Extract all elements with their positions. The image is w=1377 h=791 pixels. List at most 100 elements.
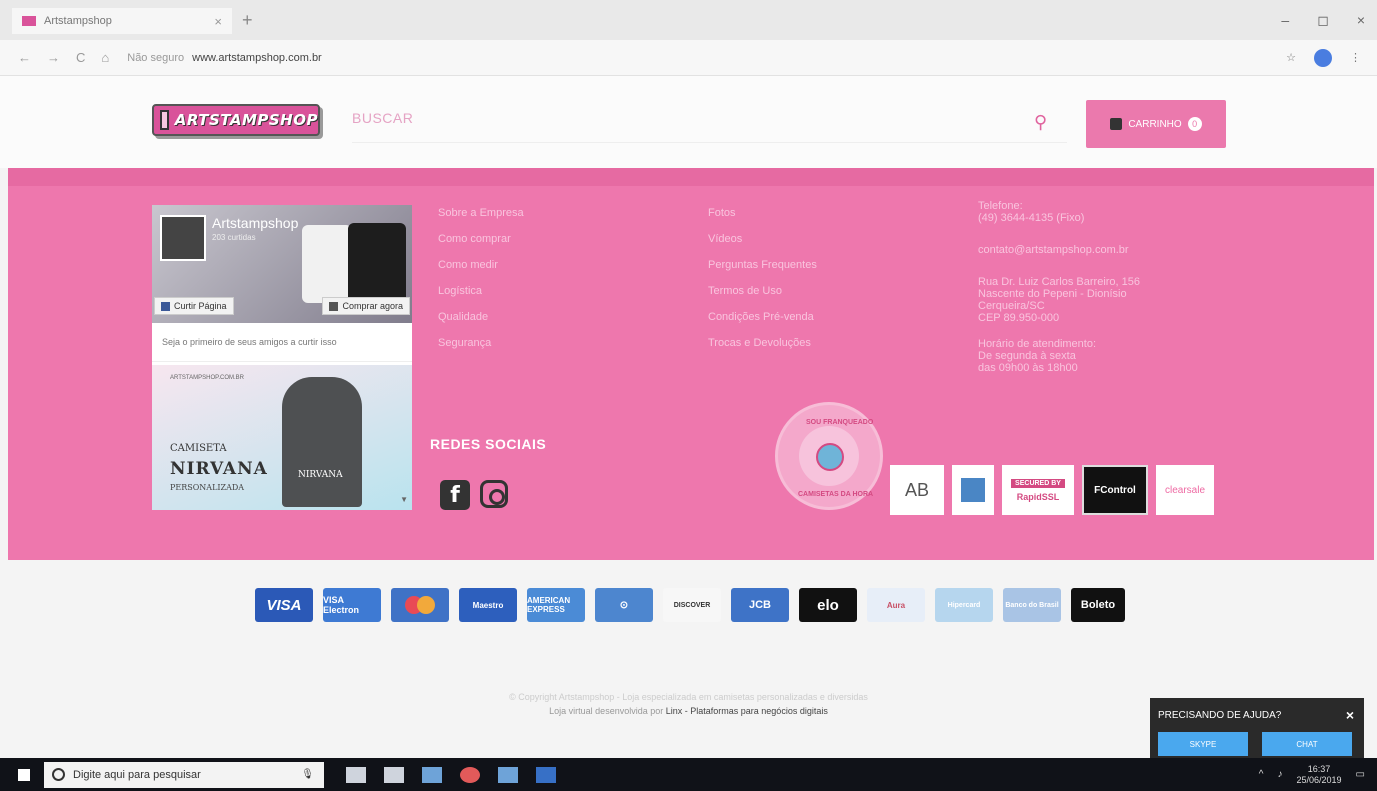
seal-fcontrol[interactable]: FControl bbox=[1082, 465, 1148, 515]
reload-icon[interactable]: C bbox=[76, 50, 85, 65]
search-input[interactable]: BUSCAR bbox=[352, 110, 413, 126]
tray-chevron-icon[interactable]: ^ bbox=[1259, 769, 1264, 780]
boleto-icon: Boleto bbox=[1071, 588, 1125, 622]
fb-like-label: Curtir Página bbox=[174, 301, 227, 311]
fb-post-image[interactable]: ARTSTAMPSHOP.COM.BR CAMISETA NIRVANA PER… bbox=[152, 365, 412, 510]
windows-start-icon[interactable] bbox=[18, 768, 30, 781]
address-line3: Cerqueira/SC bbox=[978, 300, 1045, 312]
chrome-icon[interactable] bbox=[460, 766, 480, 783]
banco-do-brasil-icon: Banco do Brasil bbox=[1003, 588, 1061, 622]
bookmark-star-icon[interactable]: ☆ bbox=[1286, 51, 1296, 64]
taskbar-apps bbox=[346, 766, 556, 783]
tab-close-icon[interactable]: × bbox=[214, 14, 222, 29]
cart-button[interactable]: CARRINHO 0 bbox=[1086, 100, 1226, 148]
profile-avatar[interactable] bbox=[1314, 48, 1332, 67]
explorer-icon[interactable] bbox=[498, 766, 518, 783]
fb-buy-now-button[interactable]: Comprar agora bbox=[322, 297, 410, 315]
tab-artstampshop[interactable]: Artstampshop × bbox=[12, 8, 232, 34]
post-caption-top: ARTSTAMPSHOP.COM.BR bbox=[170, 375, 245, 381]
social-links: f bbox=[440, 480, 508, 510]
address-bar-actions: ☆ ⋮ bbox=[1286, 48, 1361, 67]
aura-card-icon: Aura bbox=[867, 588, 925, 622]
security-seals: AB SECURED BY RapidSSL FControl clearsal… bbox=[890, 465, 1214, 515]
store-icon[interactable] bbox=[422, 766, 442, 783]
security-indicator[interactable]: Não seguro bbox=[127, 52, 184, 64]
phone-number[interactable]: (49) 3644-4135 (Fixo) bbox=[978, 212, 1140, 224]
fb-page-name[interactable]: Artstampshop bbox=[212, 215, 298, 231]
black-shirt-image bbox=[348, 223, 406, 303]
seal-ab[interactable]: AB bbox=[890, 465, 944, 515]
logo-cart-icon bbox=[160, 110, 169, 130]
chat-button[interactable]: CHAT bbox=[1262, 732, 1352, 756]
mascot-icon bbox=[816, 443, 844, 471]
minimize-button[interactable]: – bbox=[1281, 12, 1289, 29]
mastercard-card-icon bbox=[391, 588, 449, 622]
taskbar-search[interactable]: Digite aqui para pesquisar 🎙 bbox=[44, 761, 324, 788]
address-line4: CEP 89.950-000 bbox=[978, 312, 1060, 324]
search-icon[interactable]: ⚲ bbox=[1034, 112, 1047, 133]
link-sobre[interactable]: Sobre a Empresa bbox=[438, 204, 524, 230]
link-como-comprar[interactable]: Como comprar bbox=[438, 230, 524, 256]
browser-window: Artstampshop × + – ◻ × ← → C ⌂ Não segur… bbox=[0, 0, 1377, 791]
payment-methods: VISA VISA Electron Maestro AMERICAN EXPR… bbox=[255, 588, 1125, 622]
fb-cover: Artstampshop 203 curtidas Curtir Página … bbox=[152, 205, 412, 323]
forward-icon[interactable]: → bbox=[47, 50, 60, 65]
scroll-down-icon[interactable]: ▼ bbox=[400, 495, 408, 504]
cart-icon bbox=[1110, 118, 1123, 130]
dev-link[interactable]: Linx - Plataformas para negócios digitai… bbox=[666, 706, 828, 716]
photos-icon[interactable] bbox=[384, 766, 404, 783]
system-tray: ^ ♪ 16:37 25/06/2019 ▭ bbox=[1259, 764, 1365, 786]
link-trocas[interactable]: Trocas e Devoluções bbox=[708, 334, 817, 360]
link-videos[interactable]: Vídeos bbox=[708, 230, 817, 256]
contact-email[interactable]: contato@artstampshop.com.br bbox=[978, 244, 1140, 256]
cart-count-badge: 0 bbox=[1187, 117, 1202, 131]
link-condicoes[interactable]: Condições Pré-venda bbox=[708, 308, 817, 334]
volume-icon[interactable]: ♪ bbox=[1278, 769, 1283, 780]
close-window-button[interactable]: × bbox=[1357, 12, 1365, 29]
url-input[interactable]: www.artstampshop.com.br bbox=[192, 52, 322, 64]
instagram-icon[interactable] bbox=[480, 480, 508, 508]
clock[interactable]: 16:37 25/06/2019 bbox=[1297, 764, 1342, 786]
discover-card-icon: DISCOVER bbox=[663, 588, 721, 622]
task-view-icon[interactable] bbox=[346, 766, 366, 783]
menu-icon[interactable]: ⋮ bbox=[1350, 51, 1361, 64]
link-faq[interactable]: Perguntas Frequentes bbox=[708, 256, 817, 282]
new-tab-button[interactable]: + bbox=[242, 10, 253, 31]
maestro-card-icon: Maestro bbox=[459, 588, 517, 622]
word-icon[interactable] bbox=[536, 766, 556, 783]
shirt-print-label: NIRVANA bbox=[298, 470, 343, 480]
shopping-bag-icon bbox=[329, 301, 339, 311]
model-photo bbox=[282, 377, 362, 507]
maximize-button[interactable]: ◻ bbox=[1317, 12, 1329, 29]
link-logistica[interactable]: Logística bbox=[438, 282, 524, 308]
seal-ssa[interactable] bbox=[952, 465, 994, 515]
mic-icon[interactable]: 🎙 bbox=[301, 769, 314, 780]
shield-icon bbox=[961, 478, 985, 502]
seal-rapidssl[interactable]: SECURED BY RapidSSL bbox=[1002, 465, 1074, 515]
notifications-icon[interactable]: ▭ bbox=[1356, 769, 1365, 780]
site-logo[interactable]: ARTSTAMPSHOP bbox=[152, 104, 320, 136]
facebook-icon[interactable]: f bbox=[440, 480, 470, 510]
link-termos[interactable]: Termos de Uso bbox=[708, 282, 817, 308]
social-heading: REDES SOCIAIS bbox=[430, 436, 547, 452]
skype-button[interactable]: SKYPE bbox=[1158, 732, 1248, 756]
clock-time: 16:37 bbox=[1307, 763, 1331, 774]
favicon-icon bbox=[22, 16, 36, 26]
link-qualidade[interactable]: Qualidade bbox=[438, 308, 524, 334]
cart-label: CARRINHO bbox=[1128, 118, 1182, 130]
ssl-top: SECURED BY bbox=[1011, 478, 1065, 488]
seal-clearsale[interactable]: clearsale bbox=[1156, 465, 1214, 515]
address-line2: Nascente do Pepeni - Dionísio bbox=[978, 288, 1127, 300]
home-icon[interactable]: ⌂ bbox=[101, 50, 109, 65]
link-fotos[interactable]: Fotos bbox=[708, 204, 817, 230]
fb-page-avatar[interactable] bbox=[160, 215, 206, 261]
help-close-icon[interactable]: × bbox=[1346, 707, 1354, 723]
fb-like-page-button[interactable]: Curtir Página bbox=[154, 297, 234, 315]
facebook-page-widget[interactable]: Artstampshop 203 curtidas Curtir Página … bbox=[152, 205, 412, 510]
back-icon[interactable]: ← bbox=[18, 50, 31, 65]
link-seguranca[interactable]: Segurança bbox=[438, 334, 524, 360]
link-como-medir[interactable]: Como medir bbox=[438, 256, 524, 282]
footer-top-band bbox=[8, 168, 1374, 186]
hipercard-card-icon: Hipercard bbox=[935, 588, 993, 622]
badge-text-bottom: CAMISETAS DA HORA bbox=[798, 491, 874, 498]
